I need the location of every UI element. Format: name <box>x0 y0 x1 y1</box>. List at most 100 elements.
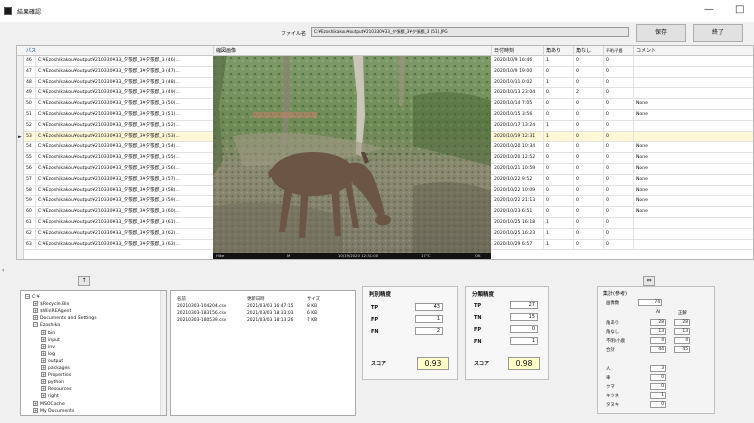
unknown-cell[interactable]: 0 <box>604 163 634 174</box>
antlered-cell[interactable]: 1 <box>544 228 574 239</box>
tree-node[interactable]: + My Documents <box>33 407 74 414</box>
antlerless-cell[interactable]: 0 <box>574 131 604 142</box>
comment-cell[interactable]: None <box>634 164 753 174</box>
datetime-cell[interactable]: 2020/10/19 12:31 <box>492 131 544 142</box>
column-header-unknown[interactable]: 不明/子鹿 <box>604 46 634 56</box>
unknown-cell[interactable]: 0 <box>604 174 634 185</box>
antlered-cell[interactable]: 1 <box>544 217 574 228</box>
path-cell[interactable]: C:¥Ezoshikakou¥output¥210330¥33_夕張郡_3¥夕張… <box>36 142 214 153</box>
path-cell[interactable]: C:¥Ezoshikakou¥output¥210330¥33_夕張郡_3¥夕張… <box>36 163 214 174</box>
antlerless-cell[interactable]: 0 <box>574 228 604 239</box>
unknown-cell[interactable]: 0 <box>604 88 634 99</box>
minimize-button[interactable]: — <box>704 4 714 16</box>
expand-icon[interactable]: + <box>33 315 38 321</box>
expand-icon[interactable]: + <box>41 379 46 385</box>
unknown-cell[interactable]: 0 <box>604 99 634 110</box>
antlered-cell[interactable]: 1 <box>544 120 574 131</box>
tree-node[interactable]: + log <box>41 350 55 357</box>
antlerless-cell[interactable]: 0 <box>574 99 604 110</box>
path-cell[interactable]: C:¥Ezoshikakou¥output¥210330¥33_夕張郡_3¥夕張… <box>36 153 214 164</box>
datetime-cell[interactable]: 2020/10/9 16:46 <box>492 56 544 66</box>
comment-cell[interactable]: None <box>634 186 753 196</box>
comment-cell[interactable]: None <box>634 207 753 217</box>
column-header-antlerless[interactable]: 角なし <box>574 46 604 56</box>
file-name-cell[interactable]: 20210303-104204.csv <box>177 304 226 309</box>
antlerless-cell[interactable]: 0 <box>574 174 604 185</box>
unknown-cell[interactable]: 0 <box>604 120 634 131</box>
tree-node[interactable]: + input <box>41 336 60 343</box>
comment-cell[interactable] <box>634 88 753 98</box>
tree-node[interactable]: + $Recycle.Bin <box>33 301 69 307</box>
unknown-cell[interactable]: 0 <box>604 77 634 88</box>
unknown-cell[interactable]: 0 <box>604 56 634 66</box>
file-name-cell[interactable]: 20210303-183156.csv <box>177 311 226 316</box>
antlered-cell[interactable]: 0 <box>544 99 574 110</box>
comment-cell[interactable]: None <box>634 99 753 109</box>
datetime-cell[interactable]: 2020/10/22 10:09 <box>492 185 544 196</box>
tree-node[interactable]: − C:¥ <box>25 294 40 300</box>
antlered-cell[interactable]: 0 <box>544 207 574 218</box>
datetime-cell[interactable]: 2020/10/14 7:05 <box>492 99 544 110</box>
comment-cell[interactable]: None <box>634 142 753 152</box>
unknown-cell[interactable]: 0 <box>604 109 634 120</box>
comment-cell[interactable]: None <box>634 175 753 185</box>
antlered-cell[interactable]: 1 <box>544 131 574 142</box>
path-cell[interactable]: C:¥Ezoshikakou¥output¥210330¥33_夕張郡_3¥夕張… <box>36 77 214 88</box>
antlered-cell[interactable]: 1 <box>544 56 574 66</box>
path-cell[interactable]: C:¥Ezoshikakou¥output¥210330¥33_夕張郡_3¥夕張… <box>36 217 214 228</box>
file-modified-cell[interactable]: 2021/03/03 16:47:15 <box>247 304 293 309</box>
file-size-cell[interactable]: 7 KB <box>307 318 317 323</box>
tree-node[interactable]: + MSOCache <box>33 400 65 407</box>
antlered-cell[interactable]: 0 <box>544 196 574 207</box>
path-cell[interactable]: C:¥Ezoshikakou¥output¥210330¥33_夕張郡_3¥夕張… <box>36 207 214 218</box>
tree-scrollbar[interactable] <box>160 291 166 415</box>
toggle-panel-button[interactable]: ↑ <box>78 276 90 286</box>
antlerless-cell[interactable]: 0 <box>574 77 604 88</box>
column-header-path[interactable]: パス <box>24 46 214 56</box>
unknown-cell[interactable]: 0 <box>604 228 634 239</box>
antlered-cell[interactable]: 1 <box>544 77 574 88</box>
expand-icon[interactable]: + <box>41 329 46 335</box>
antlered-cell[interactable]: 0 <box>544 109 574 120</box>
antlerless-cell[interactable]: 0 <box>574 163 604 174</box>
tree-node[interactable]: + right <box>41 393 59 399</box>
unknown-cell[interactable]: 0 <box>604 185 634 196</box>
antlered-cell[interactable]: 0 <box>544 163 574 174</box>
path-cell[interactable]: C:¥Ezoshikakou¥output¥210330¥33_夕張郡_3¥夕張… <box>36 196 214 207</box>
antlered-cell[interactable]: 0 <box>544 66 574 77</box>
antlered-cell[interactable]: 0 <box>544 185 574 196</box>
expand-icon[interactable]: + <box>41 336 46 342</box>
column-header-antlered[interactable]: 角あり <box>544 46 574 56</box>
path-cell[interactable]: C:¥Ezoshikakou¥output¥210330¥33_夕張郡_3¥夕張… <box>36 185 214 196</box>
datetime-cell[interactable]: 2020/10/25 16:23 <box>492 228 544 239</box>
comment-cell[interactable] <box>634 78 753 88</box>
tree-node[interactable]: − Ezoshika <box>33 322 60 328</box>
datetime-cell[interactable]: 2020/10/20 10:34 <box>492 142 544 153</box>
tree-node[interactable]: + Documents and Settings <box>33 315 97 321</box>
antlered-cell[interactable]: 0 <box>544 153 574 164</box>
path-cell[interactable]: C:¥Ezoshikakou¥output¥210330¥33_夕張郡_3¥夕張… <box>36 120 214 131</box>
resize-panel-button[interactable]: ⇔ <box>643 276 655 286</box>
comment-cell[interactable] <box>634 132 753 142</box>
path-cell[interactable]: C:¥Ezoshikakou¥output¥210330¥33_夕張郡_3¥夕張… <box>36 131 214 142</box>
expand-icon[interactable]: + <box>41 365 46 370</box>
unknown-cell[interactable]: 0 <box>604 66 634 77</box>
comment-cell[interactable] <box>634 121 753 131</box>
column-header-comment[interactable]: コメント <box>634 46 753 56</box>
path-cell[interactable]: C:¥Ezoshikakou¥output¥210330¥33_夕張郡_3¥夕張… <box>36 239 214 250</box>
file-modified-cell[interactable]: 2021/03/03 18:33:03 <box>247 311 293 316</box>
antlerless-cell[interactable]: 0 <box>574 66 604 77</box>
datetime-cell[interactable]: 2020/10/21 10:59 <box>492 163 544 174</box>
expand-icon[interactable]: + <box>41 343 46 349</box>
datetime-cell[interactable]: 2020/10/11 0:02 <box>492 77 544 88</box>
datetime-cell[interactable]: 2020/10/13 23:04 <box>492 88 544 99</box>
column-header-datetime[interactable]: 日付時刻 <box>492 46 544 56</box>
expand-icon[interactable]: + <box>33 301 38 307</box>
file-modified-cell[interactable]: 2021/03/03 18:13:26 <box>247 318 293 323</box>
comment-cell[interactable]: None <box>634 153 753 163</box>
expand-icon[interactable]: + <box>41 393 46 399</box>
expand-icon[interactable]: + <box>41 350 46 356</box>
exit-button[interactable]: 終了 <box>693 24 743 42</box>
tree-node[interactable]: + bin <box>41 329 55 336</box>
expand-icon[interactable]: + <box>41 372 46 378</box>
